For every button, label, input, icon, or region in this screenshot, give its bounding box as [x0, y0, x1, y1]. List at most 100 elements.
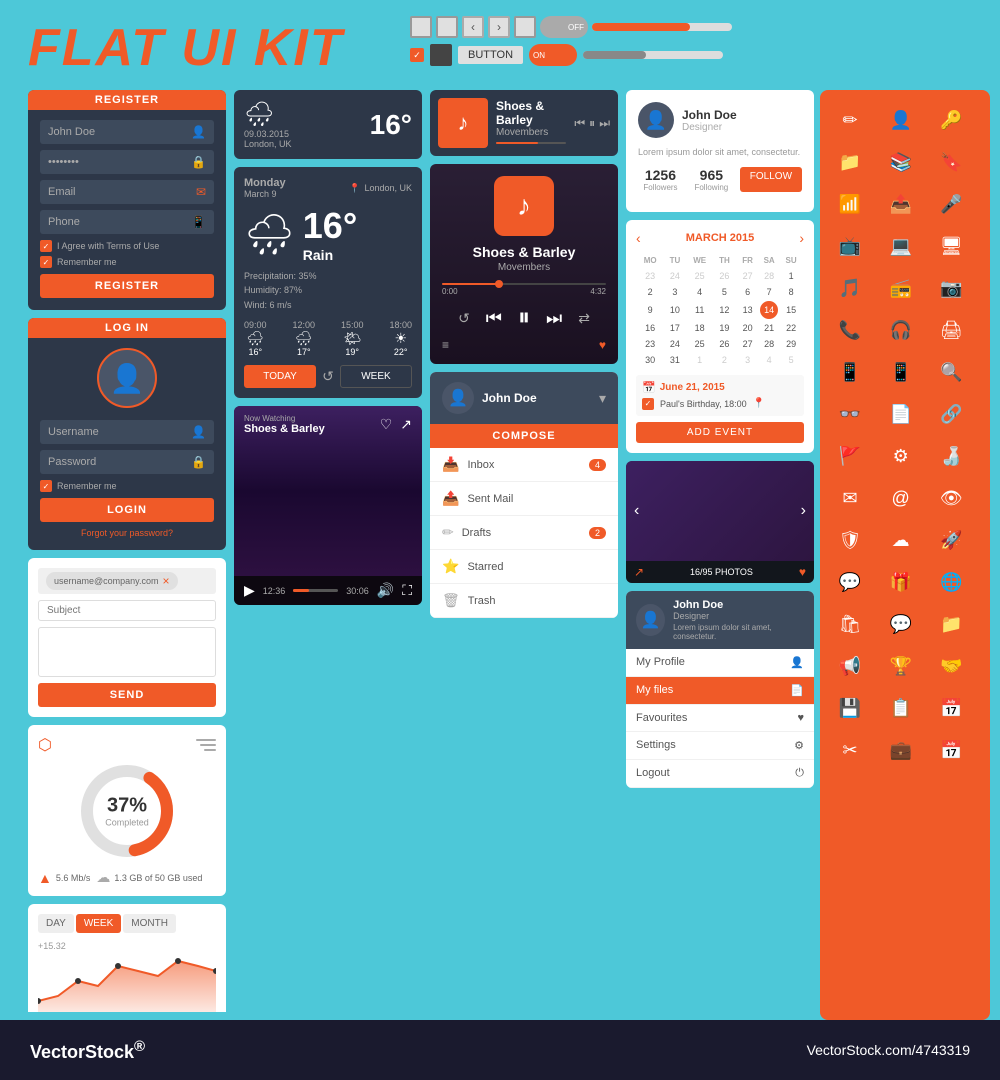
icon-shield[interactable]: 🛡 [830, 520, 870, 560]
icon-eye[interactable]: 👁 [931, 478, 971, 518]
tab-day[interactable]: DAY [38, 914, 74, 933]
follow-button[interactable]: FOLLOW [740, 167, 802, 192]
icon-document[interactable]: 📄 [881, 394, 921, 434]
square-control-2[interactable] [436, 16, 458, 38]
icon-trophy[interactable]: 🏆 [881, 646, 921, 686]
icon-cloud[interactable]: ☁ [881, 520, 921, 560]
tab-month[interactable]: MONTH [123, 914, 176, 933]
slider-1[interactable] [592, 23, 732, 31]
pause-full-icon[interactable]: ⏸ [518, 304, 530, 332]
gallery-next-arrow[interactable]: › [801, 502, 806, 520]
shuffle-icon[interactable]: ⇄ [578, 310, 590, 327]
inbox-item-trash[interactable]: 🗑 Trash [430, 584, 618, 618]
icon-file-folder[interactable]: 📁 [931, 604, 971, 644]
icon-music[interactable]: 🎵 [830, 268, 870, 308]
forgot-password-link[interactable]: Forgot your password? [40, 528, 214, 538]
menu-icon-music[interactable]: ≡ [442, 338, 449, 352]
icon-bookmark[interactable]: 🔖 [931, 142, 971, 182]
register-button[interactable]: REGISTER [40, 274, 214, 298]
icon-save[interactable]: 💾 [830, 688, 870, 728]
menu-item-settings[interactable]: Settings ⚙ [626, 732, 814, 760]
gallery-prev-arrow[interactable]: ‹ [634, 502, 639, 520]
icon-monitor[interactable]: 🖥 [931, 226, 971, 266]
music-progress-bar[interactable] [496, 142, 566, 144]
inbox-chevron-icon[interactable]: ▾ [599, 390, 606, 407]
music-full-progress[interactable] [442, 283, 606, 285]
week-btn[interactable]: WEEK [340, 365, 412, 388]
share-icon-video[interactable]: ↗ [400, 416, 412, 433]
icon-clipboard[interactable]: 📋 [881, 688, 921, 728]
remember-checkbox[interactable]: ✓ [40, 256, 52, 268]
prev-icon[interactable]: ⏮ [574, 116, 585, 131]
icon-search[interactable]: 🔍 [931, 352, 971, 392]
cal-prev-btn[interactable]: ‹ [636, 230, 641, 246]
square-dark[interactable] [430, 44, 452, 66]
inbox-item-sent[interactable]: 📤 Sent Mail [430, 482, 618, 516]
icon-megaphone[interactable]: 📢 [830, 646, 870, 686]
subject-input[interactable] [38, 600, 216, 621]
gallery-heart-icon[interactable]: ♥ [799, 565, 806, 579]
to-input[interactable]: username@company.com × [38, 568, 216, 594]
icon-globe[interactable]: 🌐 [931, 562, 971, 602]
menu-item-favourites[interactable]: Favourites ♥ [626, 705, 814, 732]
cal-next-btn[interactable]: › [799, 230, 804, 246]
username-input[interactable]: Username 👤 [40, 420, 214, 444]
icon-scissors[interactable]: ✂ [830, 730, 870, 770]
icon-handshake[interactable]: 🤝 [931, 646, 971, 686]
refresh-icon[interactable]: ↺ [322, 365, 334, 388]
menu-item-logout[interactable]: Logout ⏻ [626, 760, 814, 788]
today-btn[interactable]: TODAY [244, 365, 316, 388]
inbox-item-starred[interactable]: ⭐ Starred [430, 550, 618, 584]
icon-wifi[interactable]: 📶 [830, 184, 870, 224]
icon-link[interactable]: 🔗 [931, 394, 971, 434]
icon-calendar2[interactable]: 📅 [931, 730, 971, 770]
heart-icon[interactable]: ♡ [380, 416, 393, 433]
event-checkbox[interactable]: ✓ [642, 398, 654, 410]
icon-folder[interactable]: 📁 [830, 142, 870, 182]
icon-chat[interactable]: 💬 [830, 562, 870, 602]
icon-pencil[interactable]: ✏ [830, 100, 870, 140]
icon-layers[interactable]: 📚 [881, 142, 921, 182]
menu-item-files[interactable]: My files 📄 [626, 677, 814, 705]
icon-gift[interactable]: 🎁 [881, 562, 921, 602]
square-control-1[interactable] [410, 16, 432, 38]
icon-share[interactable]: 📤 [881, 184, 921, 224]
video-progress-bar[interactable] [293, 589, 338, 592]
checkbox-checked[interactable]: ✓ [410, 48, 424, 62]
icon-laptop[interactable]: 💻 [881, 226, 921, 266]
icon-glasses[interactable]: 👓 [830, 394, 870, 434]
icon-bubble[interactable]: 💬 [881, 604, 921, 644]
name-input[interactable]: John Doe 👤 [40, 120, 214, 144]
terms-checkbox[interactable]: ✓ [40, 240, 52, 252]
arrow-right[interactable]: › [488, 16, 510, 38]
icon-gear[interactable]: ⚙ [881, 436, 921, 476]
icon-briefcase[interactable]: 💼 [881, 730, 921, 770]
login-password-input[interactable]: Password 🔒 [40, 450, 214, 474]
icon-bag[interactable]: 🛍 [830, 604, 870, 644]
icon-flag[interactable]: 🚩 [830, 436, 870, 476]
icon-mail[interactable]: ✉ [830, 478, 870, 518]
fullscreen-icon[interactable]: ⛶ [402, 582, 412, 599]
prev-full-icon[interactable]: ⏮ [486, 308, 502, 329]
login-button[interactable]: LOGIN [40, 498, 214, 522]
inbox-item-drafts[interactable]: ✏ Drafts 2 [430, 516, 618, 550]
icon-radio[interactable]: 📻 [881, 268, 921, 308]
menu-item-profile[interactable]: My Profile 👤 [626, 649, 814, 677]
icon-key[interactable]: 🔑 [931, 100, 971, 140]
icon-camera[interactable]: 📷 [931, 268, 971, 308]
icon-headphones[interactable]: 🎧 [881, 310, 921, 350]
body-textarea[interactable] [38, 627, 216, 677]
icon-tv[interactable]: 📺 [830, 226, 870, 266]
icon-print[interactable]: 🖨 [931, 310, 971, 350]
next-full-icon[interactable]: ⏭ [546, 308, 562, 329]
icon-rocket[interactable]: 🚀 [931, 520, 971, 560]
icon-phone[interactable]: 📞 [830, 310, 870, 350]
icon-tablet[interactable]: 📱 [830, 352, 870, 392]
icon-calendar[interactable]: 📅 [931, 688, 971, 728]
toggle-on[interactable]: ON [529, 44, 577, 66]
gallery-share-icon[interactable]: ↗ [634, 565, 644, 579]
slider-2[interactable] [583, 51, 723, 59]
square-control-3[interactable] [514, 16, 536, 38]
password-input[interactable]: •••••••• 🔒 [40, 150, 214, 174]
icon-user[interactable]: 👤 [881, 100, 921, 140]
